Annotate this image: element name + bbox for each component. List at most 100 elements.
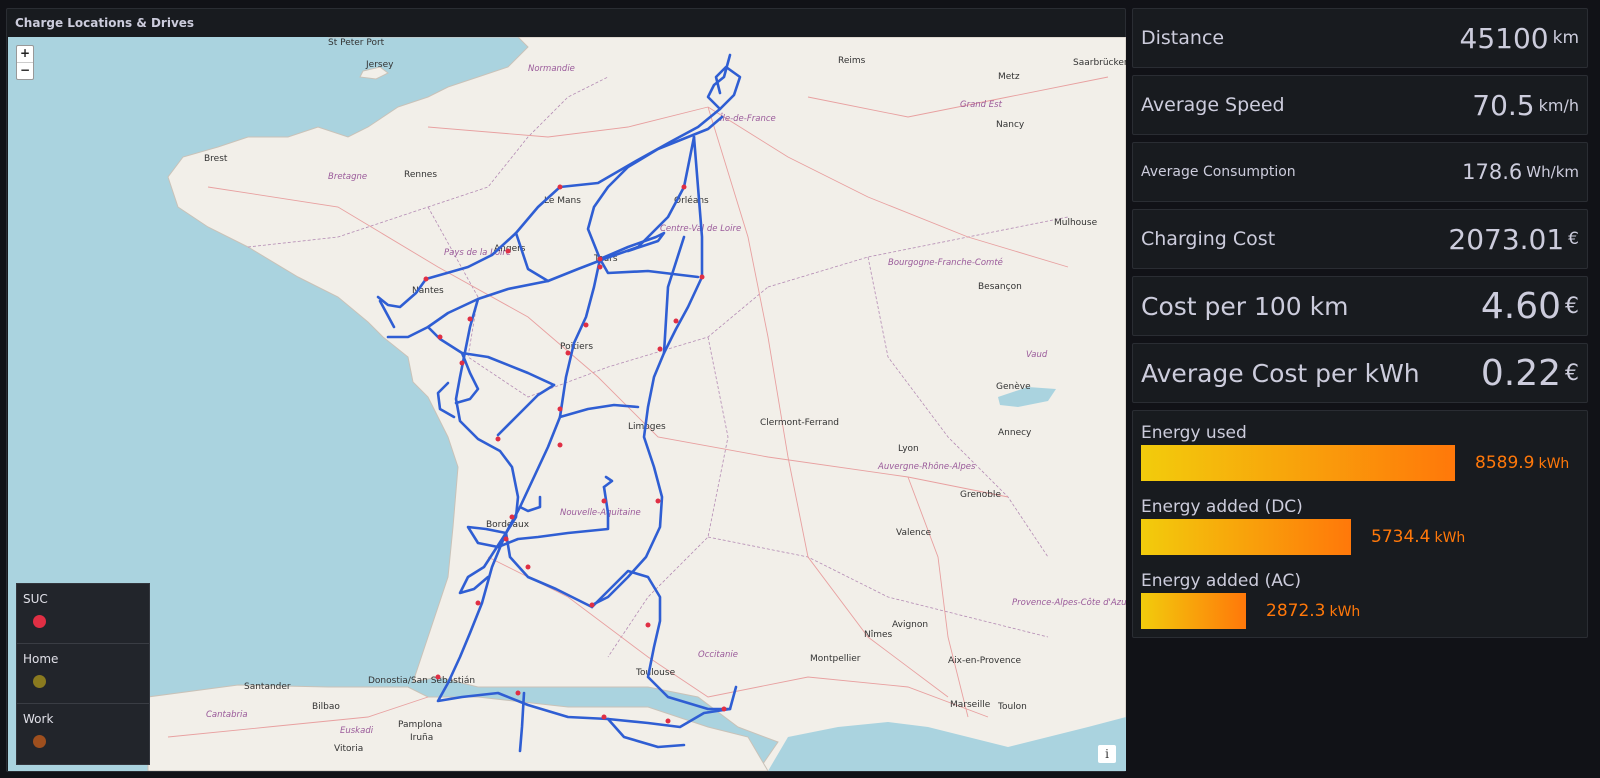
charger-marker[interactable] (699, 274, 705, 280)
stat-cost-per-100km: Cost per 100 km 4.60 € (1132, 276, 1588, 336)
charger-marker[interactable] (557, 406, 563, 412)
charger-marker[interactable] (505, 248, 511, 254)
map-label: Poitiers (560, 342, 593, 352)
map-label: Normandie (528, 64, 575, 74)
energy-label: Energy added (AC) (1141, 571, 1302, 591)
charger-marker[interactable] (495, 436, 501, 442)
stat-value: 4.60 € (1481, 277, 1579, 335)
charger-marker[interactable] (681, 184, 687, 190)
map-label: Santander (244, 682, 291, 692)
map-label: Aix-en-Provence (948, 656, 1022, 666)
map-legend: SUC Home Work (16, 583, 150, 765)
energy-unit: kWh (1329, 604, 1361, 620)
map-panel: Charge Locations & Drives St Peter Port … (6, 8, 1126, 772)
attribution-info-button[interactable]: i (1098, 745, 1116, 763)
stat-unit: € (1568, 229, 1579, 249)
map-label: Grand Est (960, 100, 1003, 110)
charger-marker[interactable] (503, 536, 509, 542)
map-label: Jersey (365, 60, 394, 70)
charger-marker[interactable] (583, 322, 589, 328)
energy-bar (1141, 593, 1246, 629)
charger-marker[interactable] (467, 316, 473, 322)
zoom-in-button[interactable]: + (17, 46, 33, 62)
zoom-control: + − (16, 45, 34, 80)
stat-unit: km (1552, 28, 1579, 48)
stat-value: 178.6 Wh/km (1462, 143, 1579, 201)
charger-marker[interactable] (645, 622, 651, 628)
map-canvas[interactable]: St Peter Port Jersey Normandie Reims Met… (8, 37, 1126, 771)
legend-item-home: Home (17, 644, 149, 704)
map-label: Nancy (996, 120, 1025, 130)
legend-dot-icon (33, 615, 46, 628)
map-label: Annecy (998, 428, 1032, 438)
charger-marker[interactable] (601, 498, 607, 504)
map-label: Reims (838, 56, 866, 66)
stat-unit: km/h (1538, 95, 1579, 115)
energy-number: 2872.3 (1266, 601, 1326, 621)
charger-marker[interactable] (435, 674, 441, 680)
charger-marker[interactable] (597, 256, 603, 262)
legend-item-work: Work (17, 704, 149, 764)
stat-unit: € (1565, 360, 1579, 386)
charger-marker[interactable] (565, 350, 571, 356)
charger-marker[interactable] (475, 600, 481, 606)
legend-item-suc: SUC (17, 584, 149, 644)
charger-marker[interactable] (459, 360, 465, 366)
map-view[interactable]: St Peter Port Jersey Normandie Reims Met… (8, 37, 1126, 771)
charger-marker[interactable] (597, 264, 603, 270)
stat-value: 45100 km (1460, 9, 1579, 67)
map-label: Metz (998, 72, 1020, 82)
map-label: Auvergne-Rhône-Alpes (877, 461, 976, 472)
map-label: Valence (896, 528, 932, 538)
map-label: Île-de-France (720, 112, 776, 124)
energy-label: Energy used (1141, 423, 1247, 443)
stat-value: 70.5 km/h (1472, 76, 1579, 134)
charger-marker[interactable] (515, 690, 521, 696)
map-label: Genève (996, 381, 1031, 392)
stat-unit: Wh/km (1526, 163, 1579, 181)
map-label: Euskadi (340, 726, 374, 736)
zoom-out-button[interactable]: − (17, 62, 33, 79)
legend-dot-icon (33, 675, 46, 688)
map-panel-title: Charge Locations & Drives (15, 16, 195, 30)
energy-number: 5734.4 (1371, 527, 1431, 547)
charger-marker[interactable] (655, 498, 661, 504)
charger-marker[interactable] (423, 276, 429, 282)
energy-bar (1141, 445, 1455, 481)
map-label: Clermont-Ferrand (760, 418, 839, 428)
map-label: Cantabria (206, 710, 248, 720)
map-label: Occitanie (698, 650, 738, 660)
energy-bar (1141, 519, 1351, 555)
charger-marker[interactable] (601, 714, 607, 720)
stat-average-cost-per-kwh: Average Cost per kWh 0.22 € (1132, 343, 1588, 403)
map-label: Vaud (1026, 350, 1048, 360)
map-label: Marseille (950, 700, 991, 710)
stat-value: 2073.01 € (1448, 210, 1579, 268)
map-label: Montpellier (810, 654, 861, 664)
charger-marker[interactable] (589, 602, 595, 608)
legend-label: Home (23, 652, 59, 666)
map-label: Besançon (978, 282, 1022, 292)
charger-marker[interactable] (437, 334, 443, 340)
charger-marker[interactable] (509, 514, 515, 520)
stat-distance: Distance 45100 km (1132, 8, 1588, 68)
charger-marker[interactable] (721, 706, 727, 712)
map-label: Pamplona (398, 720, 442, 730)
map-label: Toulon (997, 702, 1027, 712)
stat-label: Charging Cost (1141, 228, 1276, 250)
stat-number: 4.60 (1480, 285, 1561, 327)
charger-marker[interactable] (525, 564, 531, 570)
charger-marker[interactable] (673, 318, 679, 324)
map-label: St Peter Port (328, 38, 385, 48)
stat-label: Average Cost per kWh (1141, 358, 1420, 388)
map-label: Lyon (898, 444, 919, 454)
energy-track: 5734.4 kWh (1141, 519, 1579, 555)
energy-track: 8589.9 kWh (1141, 445, 1579, 481)
stat-number: 178.6 (1462, 160, 1523, 184)
stat-label: Average Speed (1141, 94, 1285, 116)
map-label: Bilbao (312, 702, 340, 712)
charger-marker[interactable] (657, 346, 663, 352)
charger-marker[interactable] (665, 718, 671, 724)
charger-marker[interactable] (557, 184, 563, 190)
charger-marker[interactable] (557, 442, 563, 448)
